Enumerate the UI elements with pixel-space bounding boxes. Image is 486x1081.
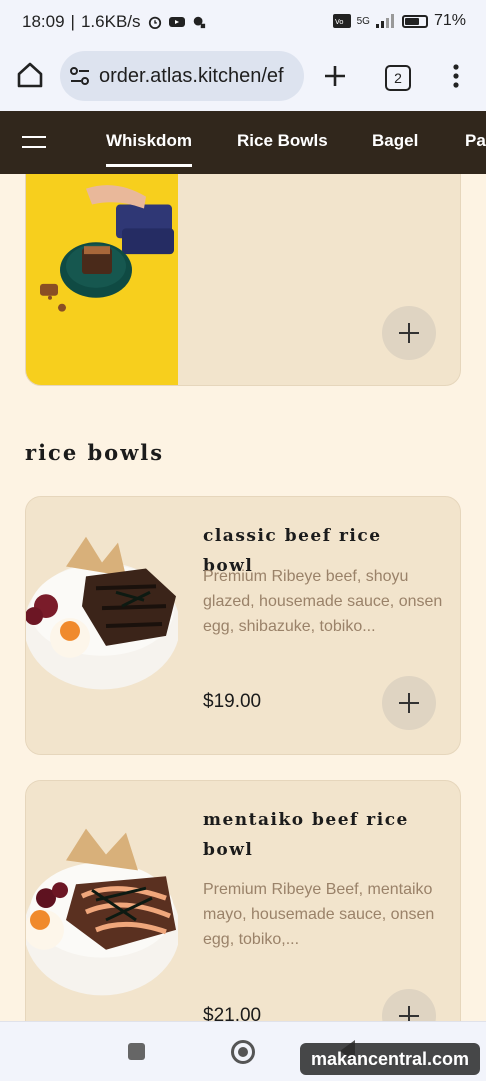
item-title-fragment: brownies xyxy=(203,174,433,181)
tab-switcher-button[interactable]: 2 xyxy=(385,65,411,91)
classic-beef-bowl-photo xyxy=(26,497,178,754)
network-type: 5G xyxy=(356,15,370,27)
add-to-cart-button[interactable] xyxy=(382,306,436,360)
tab-whiskdom[interactable]: Whiskdom xyxy=(106,131,192,167)
tab-partial[interactable]: Pa xyxy=(465,131,486,151)
home-icon[interactable] xyxy=(14,59,46,91)
tab-rice-bowls[interactable]: Rice Bowls xyxy=(237,131,328,151)
mentaiko-beef-bowl-photo xyxy=(26,781,178,1021)
status-bar: 18:09 | 1.6KB/s Vo 5G 71% xyxy=(0,0,486,44)
more-options-icon[interactable] xyxy=(446,61,466,91)
signal-icon xyxy=(375,14,394,28)
alarm-icon xyxy=(148,16,161,29)
volte-icon: Vo xyxy=(332,14,351,28)
watermark: makancentral.com xyxy=(300,1043,480,1075)
new-tab-icon[interactable] xyxy=(320,61,350,91)
battery-percent: 71% xyxy=(433,12,466,29)
item-price: $19.00 xyxy=(203,691,262,712)
youtube-icon xyxy=(168,17,185,27)
item-price: $21.00 xyxy=(203,1005,262,1021)
recent-apps-icon[interactable] xyxy=(128,1043,145,1060)
url-text: order.atlas.kitchen/ef xyxy=(99,65,284,87)
address-bar[interactable]: order.atlas.kitchen/ef xyxy=(60,51,304,101)
section-title: rice bowls xyxy=(25,440,165,465)
menu-item-card[interactable]: mentaiko beef rice bowl Premium Ribeye B… xyxy=(25,780,461,1021)
add-to-cart-button[interactable] xyxy=(382,989,436,1021)
svg-text:Vo: Vo xyxy=(335,18,344,26)
item-description: Premium Ribeye Beef, mentaiko mayo, hous… xyxy=(203,881,435,948)
item-description: Premium Ribeye beef, shoyu glazed, house… xyxy=(203,568,443,635)
menu-icon[interactable] xyxy=(22,136,46,150)
tab-bagel[interactable]: Bagel xyxy=(372,131,418,151)
site-settings-icon[interactable] xyxy=(69,66,91,86)
clock: 18:09 xyxy=(22,12,65,31)
menu-item-card[interactable]: brownies xyxy=(25,174,461,386)
brownie-photo xyxy=(26,174,178,385)
app-notification-icon xyxy=(193,16,205,29)
network-speed: 1.6KB/s xyxy=(80,12,141,31)
menu-item-card[interactable]: classic beef rice bowl Premium Ribeye be… xyxy=(25,496,461,755)
home-nav-icon[interactable] xyxy=(231,1040,255,1064)
item-title: mentaiko beef rice bowl xyxy=(203,810,409,860)
menu-content: brownies rice bowls classic beef rice bo… xyxy=(0,174,486,1021)
browser-toolbar: order.atlas.kitchen/ef 2 xyxy=(0,44,486,111)
category-nav: Whiskdom Rice Bowls Bagel Pa xyxy=(0,111,486,174)
battery-icon xyxy=(401,14,428,28)
add-to-cart-button[interactable] xyxy=(382,676,436,730)
